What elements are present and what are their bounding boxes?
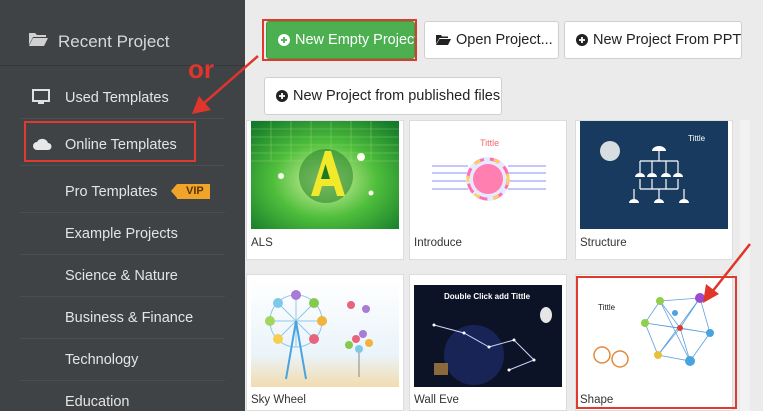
annotation-arrows <box>192 55 751 303</box>
arrow-to-online-templates <box>192 55 259 114</box>
arrow-to-shape-template <box>703 243 751 303</box>
